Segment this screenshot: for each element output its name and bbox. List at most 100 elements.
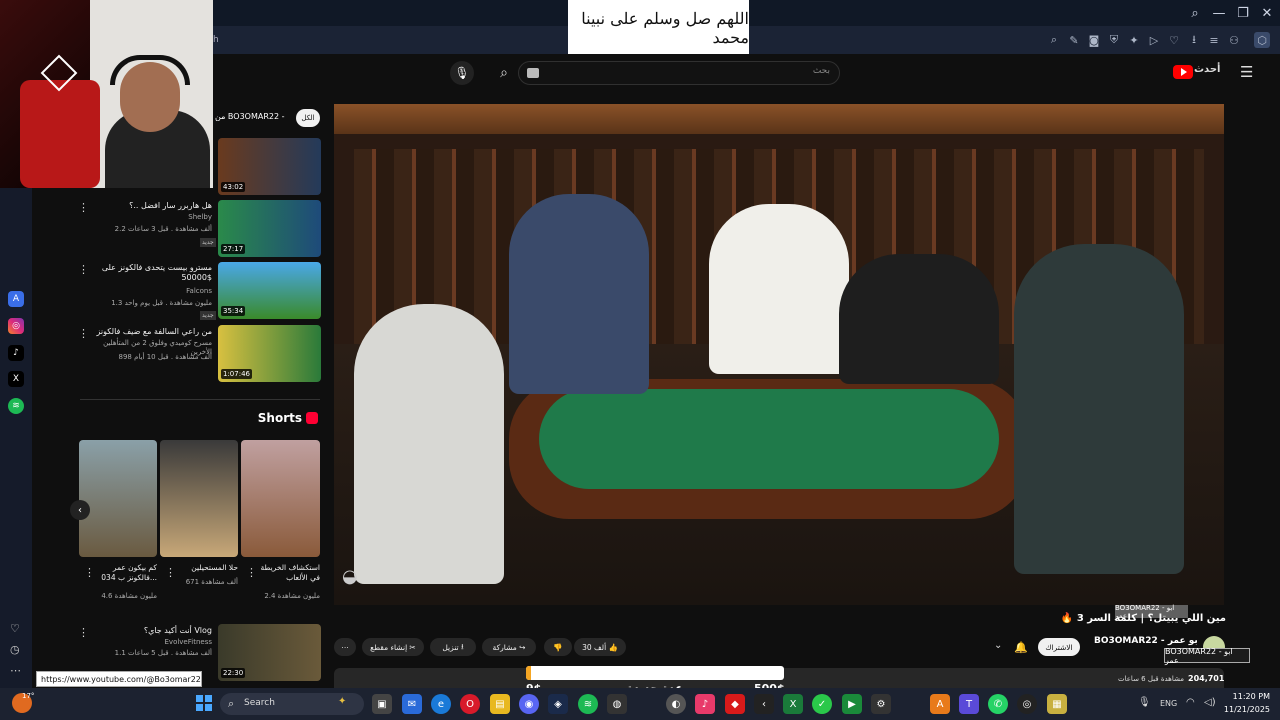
video-title[interactable]: من راعي السالفة مع ضيف فالكونز (82, 327, 212, 337)
clock-icon[interactable]: ◷ (10, 643, 20, 656)
shield-icon[interactable]: ⛨ (1106, 32, 1122, 48)
teams-icon[interactable]: T (959, 694, 979, 714)
clock-time[interactable]: 11:20 PM (1226, 692, 1270, 701)
whatsapp-icon[interactable]: ✆ (988, 694, 1008, 714)
app-icon[interactable]: A (930, 694, 950, 714)
mail-icon[interactable]: ✉ (402, 694, 422, 714)
short-thumbnail[interactable] (160, 440, 238, 557)
obs-icon[interactable]: ◍ (607, 694, 627, 714)
edit-icon[interactable]: ✎ (1066, 32, 1082, 48)
settings-icon[interactable]: ⚙ (871, 694, 891, 714)
microphone-icon[interactable]: 🎙 (450, 61, 474, 85)
channel-name[interactable]: Shelby (82, 213, 212, 222)
language-indicator[interactable]: ENG (1160, 699, 1177, 708)
keyboard-icon[interactable] (527, 68, 539, 78)
taskbar-search[interactable]: ⌕ Search ✦ (220, 693, 364, 715)
edge-icon[interactable]: e (431, 694, 451, 714)
hamburger-icon[interactable]: ☰ (1240, 64, 1256, 80)
video-thumbnail[interactable]: 27:17 (218, 200, 321, 257)
excel-icon[interactable]: X (783, 694, 803, 714)
bell-icon[interactable]: 🔔 (1012, 638, 1030, 656)
kebab-menu-icon[interactable]: ⋮ (84, 566, 95, 579)
steam-icon[interactable]: ◈ (548, 694, 568, 714)
dislike-button[interactable]: 👎 (544, 638, 572, 656)
chip-all[interactable]: الكل (296, 109, 320, 127)
search-icon[interactable]: ⌕ (490, 61, 518, 85)
clip-button[interactable]: إنشاء مقطع ✂ (362, 638, 424, 656)
app-icon[interactable]: A (8, 291, 24, 307)
chevron-left-icon[interactable]: ‹ (70, 500, 90, 520)
discord-icon[interactable]: ◉ (519, 694, 539, 714)
clock-date[interactable]: 11/21/2025 (1222, 705, 1270, 714)
video-title[interactable]: أنت أكيد جاي؟ Vlog (82, 626, 212, 636)
app-icon[interactable]: ‹ (754, 694, 774, 714)
short-thumbnail[interactable] (79, 440, 157, 557)
short-title[interactable]: كم بيكون عمر فالكونز ب 034... (97, 563, 157, 583)
instagram-icon[interactable]: ◎ (8, 318, 24, 334)
play-icon[interactable]: ▶ (842, 694, 862, 714)
minimize-button[interactable]: — (1207, 0, 1231, 26)
maximize-button[interactable]: ❐ (1231, 0, 1255, 26)
channel-name[interactable]: BO3OMAR22 - ابو عمر (1094, 636, 1198, 646)
search-icon[interactable]: ⌕ (1046, 32, 1062, 48)
x-icon[interactable]: X (8, 371, 24, 387)
download-icon[interactable]: ⭳ (1186, 32, 1202, 48)
video-thumbnail[interactable]: 43:02 (218, 138, 321, 195)
chevron-down-icon[interactable]: ⌄ (994, 640, 1002, 651)
chip-channel[interactable]: من BO3OMAR22 - أ (215, 112, 285, 121)
windows-start-icon[interactable] (196, 695, 212, 711)
video-player[interactable]: ◒ (334, 104, 1224, 605)
volume-icon[interactable]: ◁) (1204, 697, 1216, 708)
video-title[interactable]: هل هاربرر سار افضل ..؟ (82, 201, 212, 211)
video-thumbnail[interactable]: 22:30 (218, 624, 321, 681)
extension-icon[interactable]: ✦ (1126, 32, 1142, 48)
microphone-icon[interactable]: 🎙 (1138, 697, 1151, 708)
video-title[interactable]: مسترو بيست يتحدى فالكونز على $50000 (82, 263, 212, 283)
kebab-menu-icon[interactable]: ⋮ (78, 626, 89, 639)
spotify-icon[interactable]: ≋ (8, 398, 24, 414)
kebab-menu-icon[interactable]: ⋮ (165, 566, 176, 579)
profile-icon[interactable]: ⚇ (1226, 32, 1242, 48)
task-view-icon[interactable]: ▣ (372, 694, 392, 714)
app-icon[interactable]: ✓ (812, 694, 832, 714)
list-icon[interactable]: ≡ (1206, 32, 1222, 48)
url-text[interactable]: h (213, 35, 219, 45)
channel-name[interactable]: Falcons (82, 287, 212, 296)
short-title[interactable]: حلا المستحيلين (178, 563, 238, 573)
tiktok-icon[interactable]: ♪ (8, 345, 24, 361)
heart-icon[interactable]: ♡ (10, 622, 20, 635)
settings-icon[interactable]: ⬡ (1254, 32, 1270, 48)
heart-icon[interactable]: ♡ (1166, 32, 1182, 48)
share-button[interactable]: مشاركة ↪ (482, 638, 536, 656)
video-thumbnail[interactable]: 1:07:46 (218, 325, 321, 382)
short-thumbnail[interactable] (241, 440, 320, 557)
app-icon[interactable]: ▦ (1047, 694, 1067, 714)
more-actions-button[interactable]: ⋯ (334, 638, 356, 656)
kebab-menu-icon[interactable]: ⋮ (78, 263, 89, 276)
download-button[interactable]: تنزيل ⭳ (430, 638, 476, 656)
video-thumbnail[interactable]: 35:34 (218, 262, 321, 319)
like-button[interactable]: 30 ألف 👍 (574, 638, 626, 656)
play-icon[interactable]: ▷ (1146, 32, 1162, 48)
short-title[interactable]: استكشاف الخريطة في الألعاب (260, 563, 320, 583)
person-center (709, 204, 849, 374)
tiktok-icon[interactable]: ♪ (695, 694, 715, 714)
wifi-icon[interactable]: ◠ (1186, 697, 1195, 708)
more-icon[interactable]: ⋯ (10, 664, 21, 677)
folder-icon[interactable]: ▤ (490, 694, 510, 714)
app-icon[interactable]: ◎ (1017, 694, 1037, 714)
kebab-menu-icon[interactable]: ⋮ (246, 566, 257, 579)
camera-icon[interactable]: ◙ (1086, 32, 1102, 48)
close-button[interactable]: ✕ (1255, 0, 1279, 26)
channel-name[interactable]: EvolveFitness (82, 638, 213, 647)
subscribe-button[interactable]: الاشتراك (1038, 638, 1080, 656)
search-icon[interactable]: ⌕ (1183, 0, 1207, 26)
spotify-icon[interactable]: ≋ (578, 694, 598, 714)
youtube-logo[interactable] (1173, 65, 1193, 79)
app-icon[interactable]: ◆ (725, 694, 745, 714)
kebab-menu-icon[interactable]: ⋮ (78, 327, 89, 340)
app-icon[interactable]: ◐ (666, 694, 686, 714)
opera-icon[interactable]: O (460, 694, 480, 714)
kebab-menu-icon[interactable]: ⋮ (78, 201, 89, 214)
youtube-wordmark[interactable]: أحدث (1194, 64, 1220, 75)
